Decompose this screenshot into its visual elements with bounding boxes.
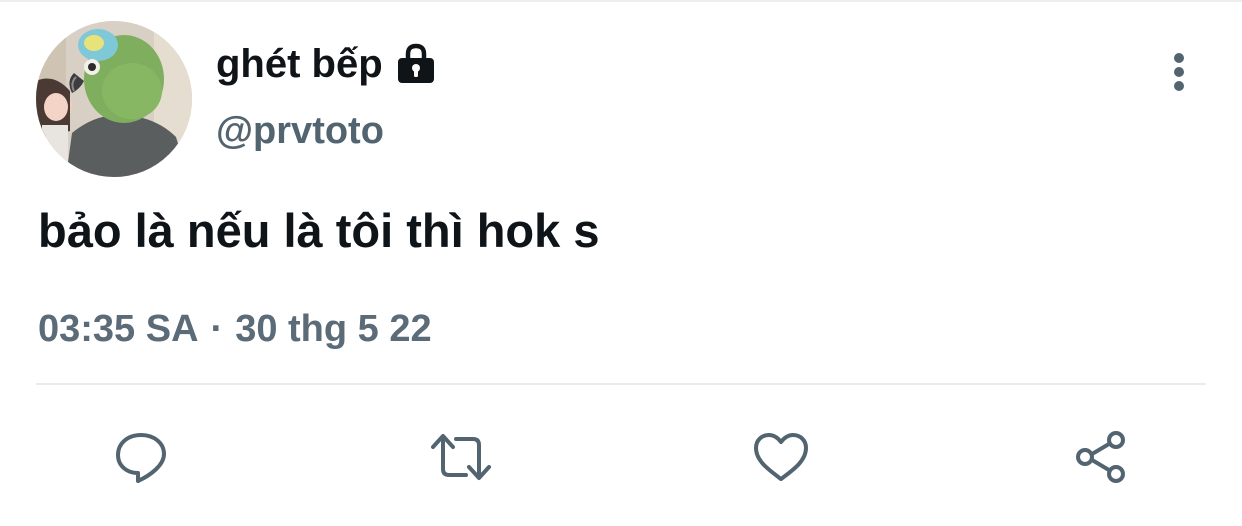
- display-name[interactable]: ghét bếp: [216, 38, 383, 90]
- share-icon: [1076, 431, 1125, 483]
- top-divider: [0, 0, 1242, 2]
- avatar[interactable]: [36, 21, 192, 177]
- tweet-time: 03:35 SA: [38, 308, 199, 350]
- meta-separator: ·: [210, 308, 224, 350]
- tweet-date: 30 thg 5 22: [235, 308, 432, 350]
- tweet-timestamp[interactable]: 03:35 SA · 30 thg 5 22: [38, 304, 432, 354]
- tweet-card: ghét bếp @prvtoto bảo là nếu là tôi thì …: [0, 0, 1242, 526]
- more-options-button[interactable]: [1158, 48, 1200, 96]
- reply-button[interactable]: [108, 424, 174, 490]
- more-vertical-icon: [1174, 53, 1184, 91]
- lock-icon: [395, 43, 437, 85]
- avatar-photo: [36, 21, 192, 177]
- action-divider: [36, 383, 1206, 385]
- retweet-icon: [431, 434, 491, 480]
- heart-icon: [754, 433, 808, 481]
- reply-icon: [116, 433, 166, 483]
- display-name-row: ghét bếp: [216, 38, 437, 90]
- share-button[interactable]: [1068, 424, 1134, 490]
- user-handle[interactable]: @prvtoto: [216, 106, 384, 156]
- like-button[interactable]: [748, 424, 814, 490]
- retweet-button[interactable]: [428, 424, 494, 490]
- tweet-text: bảo là nếu là tôi thì hok s: [38, 204, 600, 257]
